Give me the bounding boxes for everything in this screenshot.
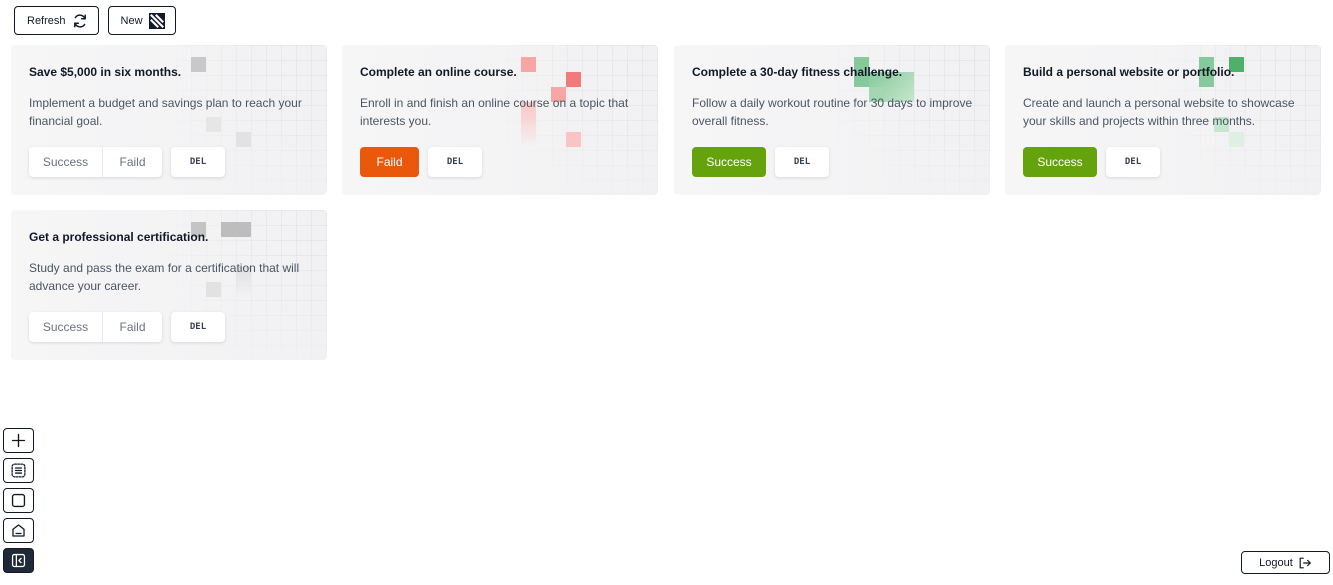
side-dock: [3, 428, 34, 573]
list-icon: [11, 463, 26, 478]
success-button[interactable]: Success: [29, 312, 103, 342]
square-icon: [11, 493, 26, 508]
goal-actions: Success DEL: [1023, 147, 1160, 177]
goal-card: Complete a 30-day fitness challenge. Fol…: [674, 45, 990, 195]
sidebar-collapse-icon: [11, 553, 26, 568]
goal-actions: Success Faild DEL: [29, 312, 225, 342]
goal-title: Complete a 30-day fitness challenge.: [692, 65, 903, 79]
dock-list-button[interactable]: [3, 458, 34, 483]
goal-card: Complete an online course. Enroll in and…: [342, 45, 658, 195]
delete-button[interactable]: DEL: [775, 147, 829, 177]
success-status-button[interactable]: Success: [1023, 147, 1097, 177]
goal-title: Save $5,000 in six months.: [29, 65, 182, 79]
goal-card: Build a personal website or portfolio. C…: [1005, 45, 1321, 195]
brand-logo-icon: [148, 12, 166, 30]
success-button[interactable]: Success: [29, 147, 103, 177]
faild-button[interactable]: Faild: [103, 147, 162, 177]
delete-button[interactable]: DEL: [428, 147, 482, 177]
logout-label: Logout: [1259, 556, 1293, 569]
refresh-button[interactable]: Refresh: [14, 6, 99, 35]
faild-button[interactable]: Faild: [103, 312, 162, 342]
goal-description: Study and pass the exam for a certificat…: [29, 261, 300, 293]
refresh-icon: [71, 12, 89, 30]
goal-description: Implement a budget and savings plan to r…: [29, 96, 302, 128]
refresh-label: Refresh: [27, 14, 66, 27]
faild-status-button[interactable]: Faild: [360, 147, 419, 177]
logout-button[interactable]: Logout: [1241, 551, 1330, 574]
logout-icon: [1299, 557, 1311, 568]
goal-description: Follow a daily workout routine for 30 da…: [692, 96, 973, 128]
goal-title: Get a professional certification.: [29, 230, 209, 244]
goal-description: Enroll in and finish an online course on…: [360, 96, 629, 128]
new-label: New: [120, 14, 143, 27]
home-icon: [12, 524, 25, 537]
status-toggle: Success Faild: [29, 147, 162, 177]
goal-actions: Faild DEL: [360, 147, 482, 177]
goal-card: Save $5,000 in six months. Implement a b…: [11, 45, 327, 195]
delete-button[interactable]: DEL: [171, 147, 225, 177]
goal-actions: Success DEL: [692, 147, 829, 177]
delete-button[interactable]: DEL: [171, 312, 225, 342]
dock-square-button[interactable]: [3, 488, 34, 513]
dock-add-button[interactable]: [3, 428, 34, 453]
success-status-button[interactable]: Success: [692, 147, 766, 177]
goal-description: Create and launch a personal website to …: [1023, 96, 1295, 128]
status-toggle: Success Faild: [29, 312, 162, 342]
toolbar: Refresh New: [14, 6, 176, 35]
new-button[interactable]: New: [107, 6, 176, 35]
goal-title: Complete an online course.: [360, 65, 517, 79]
dock-home-button[interactable]: [3, 518, 34, 543]
plus-icon: [11, 433, 26, 448]
delete-button[interactable]: DEL: [1106, 147, 1160, 177]
dock-sidebar-toggle-button[interactable]: [3, 548, 34, 573]
goal-card: Get a professional certification. Study …: [11, 210, 327, 360]
goal-title: Build a personal website or portfolio.: [1023, 65, 1235, 79]
goal-actions: Success Faild DEL: [29, 147, 225, 177]
